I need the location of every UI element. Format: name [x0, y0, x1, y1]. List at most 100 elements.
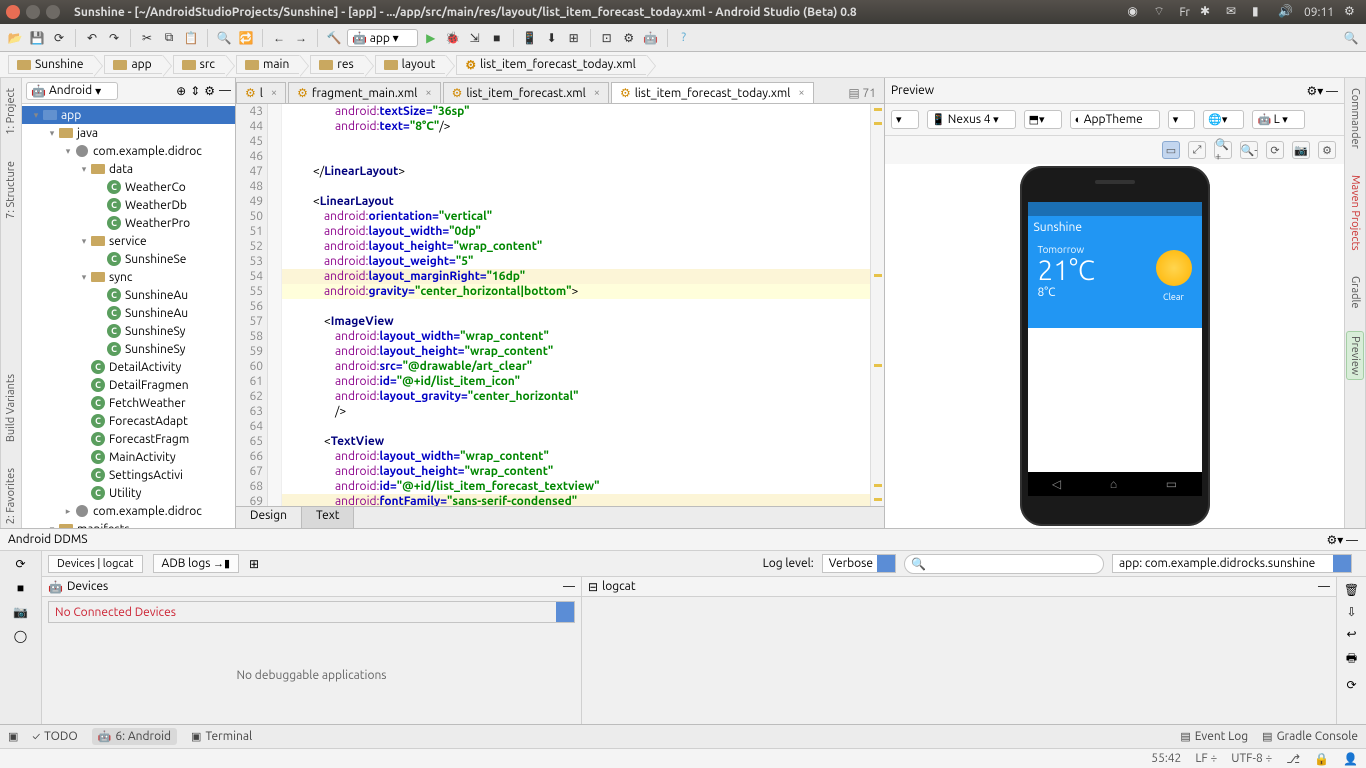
- undo-icon[interactable]: ↶: [83, 29, 101, 47]
- back-icon[interactable]: ←: [270, 29, 288, 47]
- print-icon[interactable]: 🖶: [1346, 649, 1357, 670]
- wrap-icon[interactable]: ↩: [1346, 627, 1356, 641]
- theme-selector[interactable]: ◐ AppTheme: [1070, 110, 1160, 129]
- tree-item[interactable]: ▾com.example.didroc: [22, 142, 235, 160]
- tree-item[interactable]: ▾manifests: [22, 520, 235, 528]
- tab-text[interactable]: Text: [302, 507, 355, 528]
- forward-icon[interactable]: →: [292, 29, 310, 47]
- tree-item[interactable]: CSunshineSy: [22, 322, 235, 340]
- search-everywhere-icon[interactable]: 🔍: [1342, 29, 1360, 47]
- tab-todo[interactable]: ✓ TODO: [32, 730, 77, 743]
- help-icon[interactable]: ?: [675, 29, 693, 47]
- zoom-in-icon[interactable]: 🔍+: [1214, 141, 1232, 159]
- window-minimize-button[interactable]: [26, 5, 40, 19]
- replace-icon[interactable]: 🔁: [237, 29, 255, 47]
- redo-icon[interactable]: ↷: [105, 29, 123, 47]
- tree-item[interactable]: CWeatherPro: [22, 214, 235, 232]
- volume-icon[interactable]: 🔊: [1278, 4, 1294, 20]
- line-ending[interactable]: LF ÷: [1195, 752, 1217, 765]
- locate-icon[interactable]: ⊕: [176, 84, 186, 98]
- tab-event-log[interactable]: ▤ Event Log: [1180, 730, 1248, 743]
- window-maximize-button[interactable]: [46, 5, 60, 19]
- ddms-dump-icon[interactable]: ◯: [14, 629, 27, 643]
- editor-tab[interactable]: ⚙list_item_forecast_today.xml×: [611, 82, 814, 103]
- editor-tab[interactable]: ⚙fragment_main.xml×: [288, 82, 440, 103]
- scroll-end-icon[interactable]: ⇩: [1346, 605, 1356, 619]
- tree-item[interactable]: CMainActivity: [22, 448, 235, 466]
- tree-item[interactable]: CSunshineSe: [22, 250, 235, 268]
- cut-icon[interactable]: ✂: [138, 29, 156, 47]
- caret-position[interactable]: 55:42: [1151, 752, 1181, 765]
- tree-item[interactable]: CForecastAdapt: [22, 412, 235, 430]
- ddms-camera-icon[interactable]: 📷: [13, 605, 28, 619]
- battery-icon[interactable]: ▮: [1252, 4, 1268, 20]
- bluetooth-icon[interactable]: ✱: [1200, 4, 1216, 20]
- file-encoding[interactable]: UTF-8 ÷: [1231, 752, 1272, 765]
- preview-settings-icon[interactable]: ⚙▾: [1307, 85, 1324, 98]
- wifi-icon[interactable]: ⌔: [1153, 4, 1169, 20]
- crumb-res[interactable]: res: [310, 55, 364, 74]
- tree-item[interactable]: CDetailFragmen: [22, 376, 235, 394]
- project-view-selector[interactable]: 🤖 Android ▾: [26, 82, 118, 100]
- tree-item[interactable]: CDetailActivity: [22, 358, 235, 376]
- zoom-fit-icon[interactable]: ⤢: [1188, 141, 1206, 159]
- stop-icon[interactable]: ■: [488, 29, 506, 47]
- crumb-file[interactable]: ⚙list_item_forecast_today.xml: [456, 55, 646, 75]
- tab-android[interactable]: 🤖 6: Android: [92, 728, 177, 745]
- tree-item[interactable]: ▾app: [22, 106, 235, 124]
- open-icon[interactable]: 📂: [6, 29, 24, 47]
- ddms-icon[interactable]: ⊞: [565, 29, 583, 47]
- close-tab-icon[interactable]: ×: [425, 87, 431, 99]
- tree-item[interactable]: CWeatherDb: [22, 196, 235, 214]
- close-tab-icon[interactable]: ×: [798, 87, 804, 99]
- crumb-main[interactable]: main: [236, 55, 300, 74]
- run-config-selector[interactable]: 🤖 app ▾: [347, 29, 418, 47]
- settings-icon[interactable]: ⚙: [620, 29, 638, 47]
- editor-tab[interactable]: ⚙l×: [236, 82, 286, 103]
- tool-tab-build-variants[interactable]: Build Variants: [3, 370, 19, 446]
- crumb-module[interactable]: app: [104, 55, 162, 74]
- fold-gutter[interactable]: [268, 104, 282, 506]
- project-tree[interactable]: ▾app▾java▾com.example.didroc▾dataCWeathe…: [22, 104, 235, 528]
- tool-tab-preview[interactable]: Preview: [1346, 331, 1364, 380]
- chrome-icon[interactable]: ◉: [1127, 4, 1143, 20]
- tab-adb-logs[interactable]: ADB logs →▮: [153, 554, 240, 573]
- zoom-out-icon[interactable]: 🔍-: [1240, 141, 1258, 159]
- tab-design[interactable]: Design: [236, 507, 302, 528]
- find-icon[interactable]: 🔍: [215, 29, 233, 47]
- ddms-restart-icon[interactable]: ⟳: [15, 557, 25, 571]
- device-selector[interactable]: 📱 Nexus 4 ▾: [927, 110, 1016, 129]
- tool-tab-favorites[interactable]: 2: Favorites: [3, 464, 19, 528]
- crumb-layout[interactable]: layout: [375, 55, 447, 74]
- attach-icon[interactable]: ⇲: [466, 29, 484, 47]
- tree-item[interactable]: ▾sync: [22, 268, 235, 286]
- paste-icon[interactable]: 📋: [182, 29, 200, 47]
- sdk-icon[interactable]: ⬇: [543, 29, 561, 47]
- preview-gear-icon[interactable]: ⚙: [1318, 141, 1336, 159]
- tree-item[interactable]: ▾service: [22, 232, 235, 250]
- avd-icon[interactable]: 📱: [521, 29, 539, 47]
- tree-item[interactable]: CSunshineAu: [22, 286, 235, 304]
- ddms-hide-icon[interactable]: —: [1346, 534, 1358, 547]
- crumb-src[interactable]: src: [173, 55, 226, 74]
- orientation-selector[interactable]: ⬒▾: [1024, 110, 1062, 129]
- git-icon[interactable]: ⎇: [1286, 752, 1300, 766]
- tree-item[interactable]: CForecastFragm: [22, 430, 235, 448]
- window-close-button[interactable]: [6, 5, 20, 19]
- error-stripe[interactable]: [870, 104, 884, 506]
- tree-item[interactable]: CWeatherCo: [22, 178, 235, 196]
- render-config[interactable]: ▾: [891, 110, 919, 129]
- code-editor[interactable]: android:textSize="36sp" android:text="8°…: [282, 104, 870, 506]
- run-icon[interactable]: ▶: [422, 29, 440, 47]
- tree-item[interactable]: CFetchWeather: [22, 394, 235, 412]
- struct-icon[interactable]: ⊡: [598, 29, 616, 47]
- logcat-search-input[interactable]: 🔍: [904, 554, 1104, 574]
- tree-item[interactable]: CSunshineAu: [22, 304, 235, 322]
- layout-icon[interactable]: ⊞: [249, 557, 259, 571]
- screenshot-icon[interactable]: 📷: [1292, 141, 1310, 159]
- tab-terminal[interactable]: ▣ Terminal: [191, 730, 252, 743]
- tree-item[interactable]: ▸com.example.didroc: [22, 502, 235, 520]
- clock-time[interactable]: 09:11: [1304, 6, 1334, 19]
- tree-item[interactable]: CSunshineSy: [22, 340, 235, 358]
- close-tab-icon[interactable]: ×: [594, 87, 600, 99]
